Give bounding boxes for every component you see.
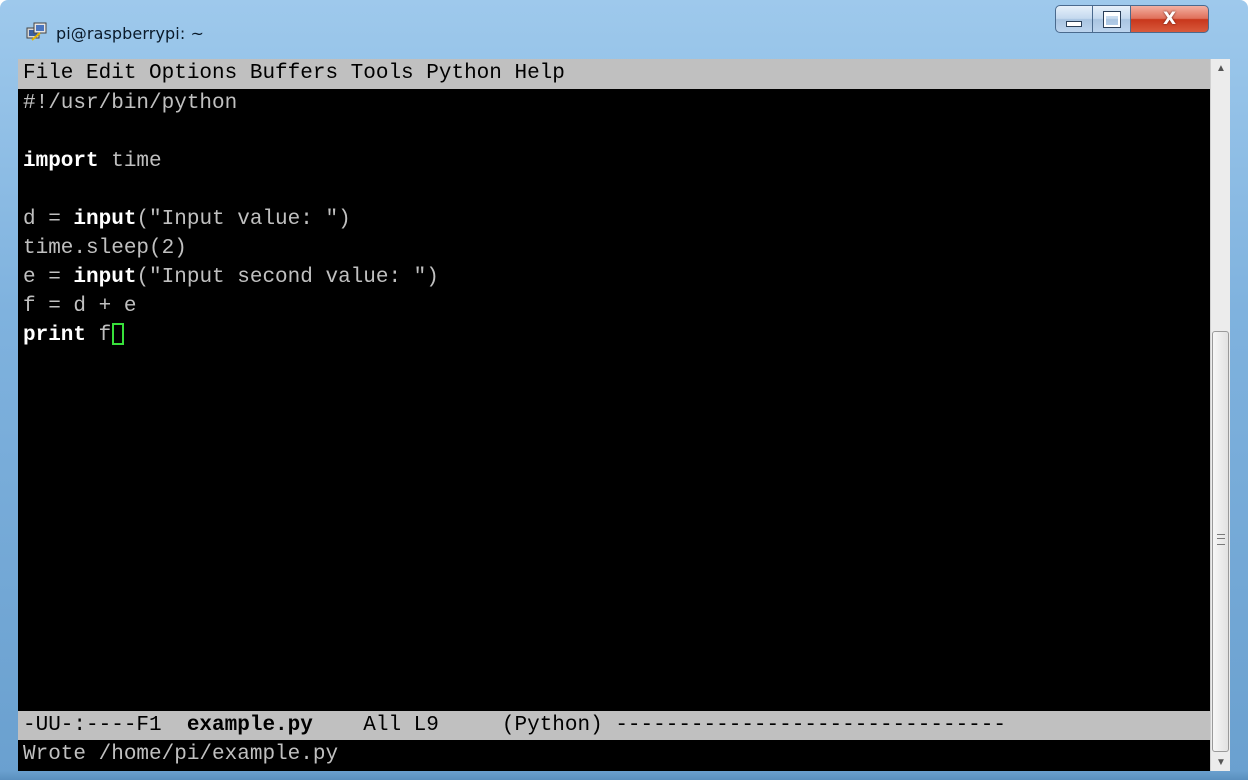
window-bottom-border [0, 771, 1248, 780]
emacs-modeline: -UU-:----F1 example.py All L9 (Python) -… [18, 711, 1210, 740]
code-text: f [86, 324, 112, 347]
code-line-9[interactable]: print f [18, 321, 1210, 350]
terminal-area[interactable]: File Edit Options Buffers Tools Python H… [18, 59, 1210, 771]
code-text: #!/usr/bin/python [23, 92, 238, 115]
title-bar[interactable]: pi@raspberrypi: ~ X [0, 0, 1248, 58]
code-line-8[interactable]: f = d + e [18, 292, 1210, 321]
code-text: e = [23, 266, 74, 289]
text-cursor [112, 323, 125, 345]
code-line-1[interactable]: #!/usr/bin/python [18, 89, 1210, 118]
window-title: pi@raspberrypi: ~ [56, 24, 205, 43]
keyword: input [73, 266, 137, 289]
minimize-button[interactable] [1055, 5, 1093, 33]
code-line-5[interactable]: d = input("Input value: ") [18, 205, 1210, 234]
modeline-fill: ------------------------------- [615, 714, 1006, 737]
code-text: time [98, 150, 162, 173]
code-line-4[interactable] [18, 176, 1210, 205]
close-icon: X [1162, 9, 1177, 29]
putty-window: pi@raspberrypi: ~ X File Edit Options Bu… [0, 0, 1248, 780]
modeline-position-mode: All L9 (Python) [312, 714, 616, 737]
minimize-icon [1066, 21, 1082, 27]
maximize-button[interactable] [1093, 5, 1131, 33]
code-text: ("Input second value: ") [136, 266, 439, 289]
scroll-down-icon[interactable]: ▼ [1211, 753, 1231, 771]
code-line-3[interactable]: import time [18, 147, 1210, 176]
code-line-7[interactable]: e = input("Input second value: ") [18, 263, 1210, 292]
code-text: f = d + e [23, 295, 137, 318]
keyword: import [23, 150, 99, 173]
code-text: d = [23, 208, 74, 231]
maximize-icon [1102, 10, 1121, 28]
code-text: time.sleep(2) [23, 237, 187, 260]
keyword: print [23, 324, 87, 347]
scroll-up-icon[interactable]: ▲ [1211, 59, 1231, 77]
code-text: ("Input value: ") [136, 208, 351, 231]
code-line-2[interactable] [18, 118, 1210, 147]
window-controls: X [1055, 5, 1209, 33]
emacs-menubar[interactable]: File Edit Options Buffers Tools Python H… [18, 59, 1210, 89]
modeline-status: -UU-:----F1 [23, 714, 187, 737]
putty-icon[interactable] [26, 22, 48, 42]
vertical-scrollbar[interactable]: ▲ ▼ [1210, 59, 1230, 771]
code-line-6[interactable]: time.sleep(2) [18, 234, 1210, 263]
close-button[interactable]: X [1131, 5, 1209, 33]
echo-area: Wrote /home/pi/example.py [23, 743, 339, 766]
grip-icon [1217, 534, 1225, 545]
keyword: input [73, 208, 137, 231]
modeline-buffer-name: example.py [186, 714, 313, 737]
scrollbar-thumb[interactable] [1212, 331, 1229, 752]
